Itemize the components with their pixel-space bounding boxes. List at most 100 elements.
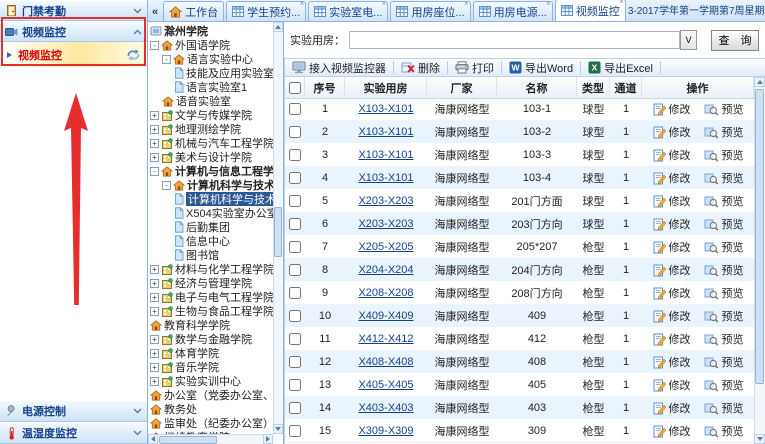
tree-node-1[interactable]: -外国语学院: [148, 38, 273, 52]
row-checkbox[interactable]: [289, 356, 301, 368]
column-header-3[interactable]: 名称: [497, 77, 577, 98]
scroll-up-button[interactable]: [754, 77, 765, 87]
tree-node-22[interactable]: +数学与金融学院: [148, 332, 273, 346]
scroll-down-button[interactable]: [754, 434, 765, 444]
preview-action[interactable]: 预览: [704, 285, 744, 301]
toolbar-button-4[interactable]: X导出Excel: [586, 60, 655, 76]
edit-action[interactable]: 修改: [653, 400, 691, 416]
row-checkbox[interactable]: [289, 287, 301, 299]
edit-action[interactable]: 修改: [653, 331, 691, 347]
room-link[interactable]: X205-X205: [358, 241, 413, 253]
preview-action[interactable]: 预览: [704, 147, 744, 163]
expand-box-icon[interactable]: +: [150, 307, 159, 316]
room-link[interactable]: X405-X405: [358, 379, 413, 391]
row-checkbox[interactable]: [289, 103, 301, 115]
column-header-1[interactable]: 实验用房: [345, 77, 427, 98]
collapse-box-icon[interactable]: -: [150, 41, 159, 50]
tree-node-12[interactable]: 计算机科学与技术系: [148, 192, 273, 206]
room-link[interactable]: X408-X408: [358, 356, 413, 368]
sidebar-section-0[interactable]: 门禁考勤: [0, 0, 147, 21]
grid-vertical-scrollbar[interactable]: [754, 77, 765, 444]
room-dropdown-button[interactable]: V: [680, 30, 697, 50]
room-link[interactable]: X103-X101: [358, 149, 413, 161]
column-header-5[interactable]: 通道: [610, 77, 642, 98]
sidebar-section-2[interactable]: 电源控制: [0, 400, 147, 422]
edit-action[interactable]: 修改: [653, 308, 691, 324]
edit-action[interactable]: 修改: [653, 147, 691, 163]
sidebar-item-video-monitor[interactable]: 视频监控: [0, 42, 147, 67]
expand-box-icon[interactable]: +: [150, 111, 159, 120]
room-link[interactable]: X203-X203: [358, 195, 413, 207]
tree-node-4[interactable]: 语言实验室1: [148, 80, 273, 94]
preview-action[interactable]: 预览: [704, 216, 744, 232]
tree-node-24[interactable]: +音乐学院: [148, 360, 273, 374]
room-link[interactable]: X103-X101: [358, 103, 413, 115]
tab-4[interactable]: 用房电源...×: [473, 1, 553, 21]
row-checkbox[interactable]: [289, 264, 301, 276]
room-link[interactable]: X103-X101: [358, 126, 413, 138]
preview-action[interactable]: 预览: [704, 354, 744, 370]
room-link[interactable]: X403-X403: [358, 402, 413, 414]
grid-vscroll-thumb[interactable]: [755, 89, 764, 384]
row-checkbox[interactable]: [289, 425, 301, 437]
tree-node-18[interactable]: +经济与管理学院: [148, 276, 273, 290]
toolbar-button-2[interactable]: 打印: [453, 60, 496, 76]
tree-node-3[interactable]: 技能及应用实验室: [148, 66, 273, 80]
tree-node-5[interactable]: 语音实验室: [148, 94, 273, 108]
tree-node-0[interactable]: 滁州学院: [148, 24, 273, 38]
tree-node-21[interactable]: 教育科学学院: [148, 318, 273, 332]
preview-action[interactable]: 预览: [704, 377, 744, 393]
edit-action[interactable]: 修改: [653, 377, 691, 393]
preview-action[interactable]: 预览: [704, 124, 744, 140]
tab-close-icon[interactable]: ×: [300, 0, 305, 8]
room-link[interactable]: X409-X409: [358, 310, 413, 322]
expand-box-icon[interactable]: +: [150, 153, 159, 162]
query-button[interactable]: 查 询: [711, 30, 759, 51]
edit-action[interactable]: 修改: [653, 216, 691, 232]
preview-action[interactable]: 预览: [704, 170, 744, 186]
select-all-checkbox[interactable]: [289, 82, 301, 94]
preview-action[interactable]: 预览: [704, 262, 744, 278]
row-checkbox[interactable]: [289, 149, 301, 161]
tab-close-icon[interactable]: ×: [464, 0, 469, 8]
tab-5[interactable]: 视频监控×: [555, 0, 626, 21]
preview-action[interactable]: 预览: [704, 193, 744, 209]
tree-node-27[interactable]: 教务处: [148, 402, 273, 416]
tab-close-icon[interactable]: ×: [546, 0, 551, 8]
room-link[interactable]: X412-X412: [358, 333, 413, 345]
scroll-up-button[interactable]: [273, 22, 283, 32]
expand-box-icon[interactable]: +: [150, 265, 159, 274]
row-checkbox[interactable]: [289, 310, 301, 322]
row-checkbox[interactable]: [289, 195, 301, 207]
tree-vertical-scrollbar[interactable]: [273, 22, 283, 434]
edit-action[interactable]: 修改: [653, 124, 691, 140]
tree-node-25[interactable]: +实验实训中心: [148, 374, 273, 388]
room-link[interactable]: X309-X309: [358, 425, 413, 437]
expand-box-icon[interactable]: +: [150, 279, 159, 288]
preview-action[interactable]: 预览: [704, 331, 744, 347]
scroll-down-button[interactable]: [273, 424, 283, 434]
tabbar-collapse-icon[interactable]: «: [148, 6, 161, 21]
tree-node-8[interactable]: +机械与汽车工程学院: [148, 136, 273, 150]
column-header-6[interactable]: 操作: [642, 77, 754, 98]
tree-hscroll-thumb[interactable]: [159, 436, 217, 444]
sidebar-section-1[interactable]: 视频监控: [0, 21, 147, 42]
scroll-left-button[interactable]: [148, 434, 158, 444]
edit-action[interactable]: 修改: [653, 101, 691, 117]
expand-box-icon[interactable]: +: [150, 293, 159, 302]
tab-close-icon[interactable]: ×: [382, 0, 387, 8]
expand-box-icon[interactable]: +: [150, 377, 159, 386]
tree-node-6[interactable]: +文学与传媒学院: [148, 108, 273, 122]
tree-node-9[interactable]: +美术与设计学院: [148, 150, 273, 164]
preview-action[interactable]: 预览: [704, 101, 744, 117]
tree-node-17[interactable]: +材料与化学工程学院: [148, 262, 273, 276]
preview-action[interactable]: 预览: [704, 400, 744, 416]
tree-node-10[interactable]: -计算机与信息工程学院: [148, 164, 273, 178]
column-header-4[interactable]: 类型: [577, 77, 610, 98]
toolbar-button-1[interactable]: 删除: [399, 60, 442, 76]
edit-action[interactable]: 修改: [653, 262, 691, 278]
preview-action[interactable]: 预览: [704, 308, 744, 324]
tab-2[interactable]: 实验室电...×: [308, 1, 388, 21]
tree-node-13[interactable]: X504实验室办公室: [148, 206, 273, 220]
tree-node-2[interactable]: -语言实验中心: [148, 52, 273, 66]
